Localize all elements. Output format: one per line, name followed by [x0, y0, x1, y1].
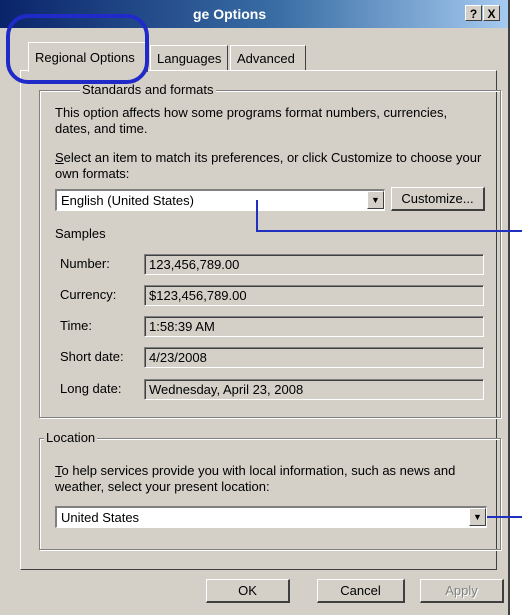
tab-regional-options[interactable]: Regional Options: [28, 42, 148, 72]
apply-button[interactable]: Apply: [420, 579, 504, 603]
title-bar[interactable]: ge Options ? X: [0, 0, 508, 28]
select-format-prompt-access-key: S: [55, 150, 64, 165]
location-prompt-text: o help services provide you with local i…: [55, 463, 456, 494]
window-title: ge Options: [193, 6, 267, 22]
chevron-down-icon[interactable]: ▼: [469, 508, 486, 526]
location-select-value: United States: [61, 510, 140, 525]
sample-time-label: Time:: [60, 318, 93, 333]
tab-advanced[interactable]: Advanced: [230, 45, 306, 70]
tab-advanced-label: Advanced: [237, 51, 295, 66]
callout-line-format-horizontal: [256, 230, 522, 232]
location-group-legend: Location: [44, 430, 98, 445]
select-format-prompt: Select an item to match its preferences,…: [55, 150, 485, 182]
customize-button[interactable]: Customize...: [391, 187, 485, 211]
format-select[interactable]: English (United States) ▼: [55, 189, 385, 211]
location-select[interactable]: United States ▼: [55, 506, 487, 528]
samples-label: Samples: [55, 226, 106, 241]
sample-time-value: 1:58:39 AM: [144, 316, 484, 337]
callout-line-location: [487, 516, 522, 518]
format-select-value: English (United States): [61, 193, 194, 208]
callout-line-format-vertical: [256, 200, 258, 232]
tab-languages-label: Languages: [157, 51, 222, 66]
location-prompt: To help services provide you with local …: [55, 463, 490, 495]
sample-number-label: Number:: [60, 256, 110, 271]
chevron-down-icon[interactable]: ▼: [367, 191, 384, 209]
sample-number-value: 123,456,789.00: [144, 254, 484, 275]
sample-short-date-label: Short date:: [60, 349, 124, 364]
sample-currency-value: $123,456,789.00: [144, 285, 484, 306]
tab-regional-options-label: Regional Options: [35, 50, 135, 65]
sample-long-date-label: Long date:: [60, 381, 122, 396]
select-format-prompt-text: elect an item to match its preferences, …: [55, 150, 482, 181]
sample-currency-label: Currency:: [60, 287, 117, 302]
standards-description: This option affects how some programs fo…: [55, 105, 448, 136]
sample-short-date-value: 4/23/2008: [144, 347, 484, 368]
regional-language-options-dialog: ge Options ? X Regional Options Language…: [0, 0, 510, 615]
tab-languages[interactable]: Languages: [150, 45, 228, 70]
cancel-button[interactable]: Cancel: [317, 579, 405, 603]
sample-long-date-value: Wednesday, April 23, 2008: [144, 379, 484, 400]
ok-button[interactable]: OK: [206, 579, 290, 603]
standards-group-legend: Standards and formats: [80, 82, 216, 97]
help-button[interactable]: ?: [465, 5, 482, 21]
close-button[interactable]: X: [483, 5, 500, 21]
